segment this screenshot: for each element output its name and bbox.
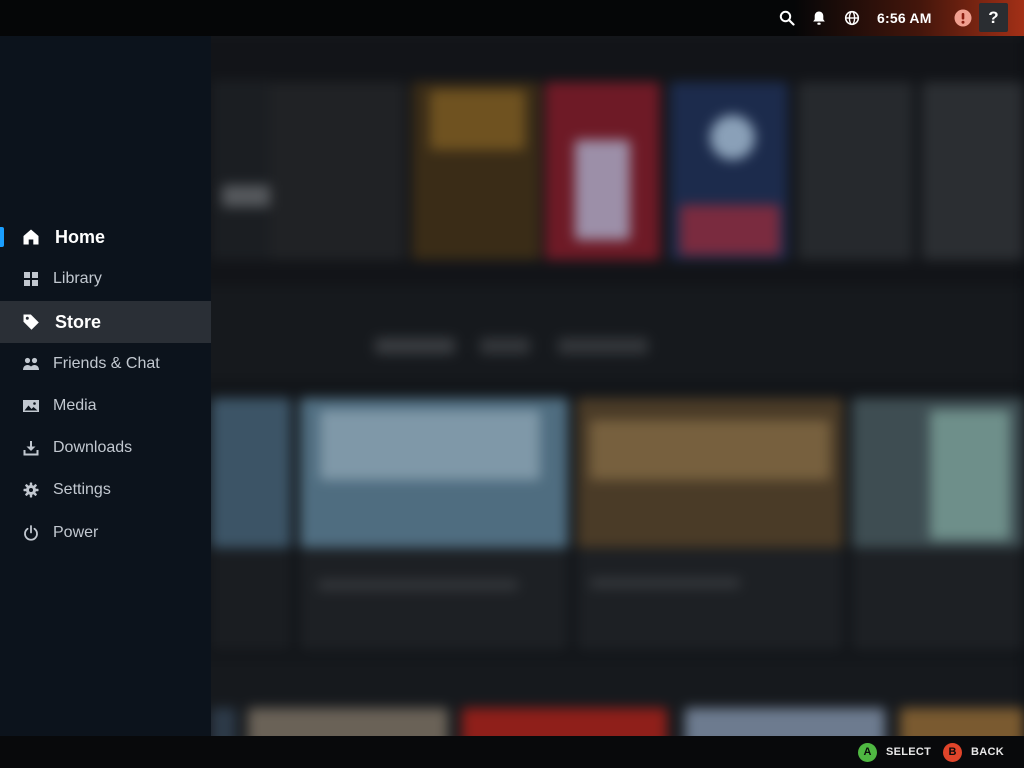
back-hint-label: BACK [971,746,1004,758]
b-button-icon: B [943,742,962,762]
sidebar-item-store[interactable]: Store [0,301,211,343]
sidebar-item-label: Media [53,397,97,414]
help-button[interactable]: ? [979,3,1008,32]
sidebar-item-label: Home [55,227,106,247]
focus-indicator [0,227,4,247]
people-icon [21,354,41,374]
grid-icon [21,269,41,289]
a-button-icon: A [858,742,877,762]
sidebar-item-library[interactable]: Library [0,258,211,300]
image-icon [21,396,41,416]
sidebar-item-label: Downloads [53,439,133,456]
steam-deck-screen: 6:56 AM ? Home Library Store Friends & C… [0,0,1024,768]
back-hint[interactable]: B BACK [943,741,1004,763]
alert-icon[interactable] [953,8,973,28]
sidebar-item-power[interactable]: Power [0,512,211,554]
globe-icon[interactable] [842,8,862,28]
sidebar-item-label: Settings [53,481,111,498]
status-bar: 6:56 AM ? [0,0,1024,36]
select-hint[interactable]: A SELECT [858,741,931,763]
controller-hint-bar: A SELECT B BACK [0,736,1024,768]
power-icon [21,523,41,543]
search-icon[interactable] [777,8,797,28]
sidebar-item-label: Power [53,524,99,541]
main-menu-sidebar: Home Library Store Friends & Chat Media [0,36,211,736]
select-hint-label: SELECT [886,746,932,758]
notification-bell-icon[interactable] [809,8,829,28]
tag-icon [21,312,41,332]
home-icon [21,227,41,247]
sidebar-item-downloads[interactable]: Downloads [0,427,211,469]
sidebar-item-home[interactable]: Home [0,216,211,258]
clock-time: 6:56 AM [877,10,932,26]
sidebar-item-label: Store [55,312,102,332]
download-icon [21,438,41,458]
sidebar-item-friends-chat[interactable]: Friends & Chat [0,343,211,385]
sidebar-item-label: Friends & Chat [53,355,160,372]
sidebar-item-label: Library [53,270,102,287]
sidebar-item-media[interactable]: Media [0,385,211,427]
gear-icon [21,480,41,500]
sidebar-item-settings[interactable]: Settings [0,469,211,511]
